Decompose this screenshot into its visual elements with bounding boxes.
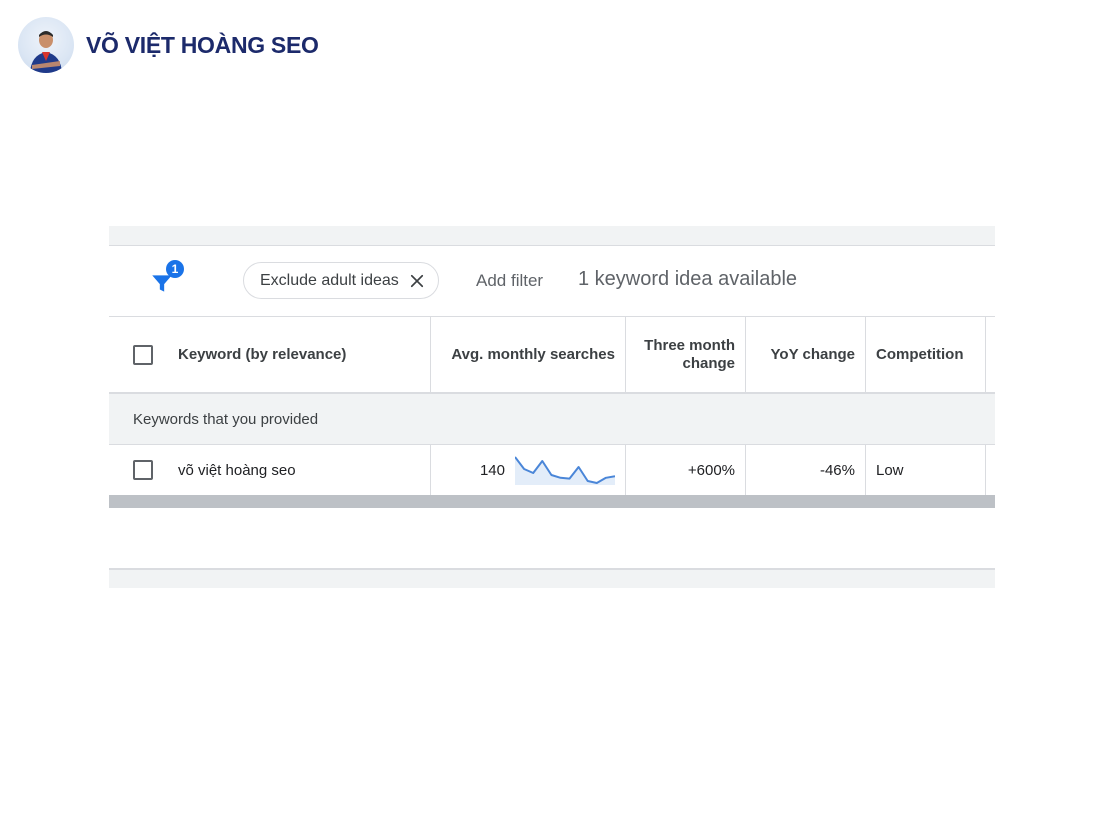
avg-searches-value: 140 xyxy=(479,461,505,479)
filter-button[interactable]: 1 xyxy=(149,260,189,296)
chip-label: Exclude adult ideas xyxy=(260,271,399,289)
person-avatar-icon xyxy=(30,31,62,73)
trend-sparkline xyxy=(515,456,615,485)
column-header-keyword[interactable]: Keyword (by relevance) xyxy=(109,317,431,392)
close-icon[interactable] xyxy=(408,272,426,290)
column-label-competition: Competition xyxy=(876,346,964,363)
yoy-change-cell: -46% xyxy=(746,445,866,495)
column-header-competition[interactable]: Competition xyxy=(866,317,986,392)
column-label-three-month-change: Three month change xyxy=(644,336,735,372)
competition-cell: Low xyxy=(866,445,986,495)
panel-top-strip xyxy=(109,226,995,246)
brand-name: VÕ VIỆT HOÀNG SEO xyxy=(86,31,319,58)
panel-bottom-space xyxy=(109,508,995,570)
group-row: Keywords that you provided xyxy=(109,394,995,445)
column-label-avg-searches: Avg. monthly searches xyxy=(451,346,615,363)
keyword-cell: võ việt hoàng seo xyxy=(109,445,431,495)
keyword-idea-count: 1 keyword idea available xyxy=(578,268,798,290)
three-month-change-value: +600% xyxy=(687,461,735,479)
avatar xyxy=(18,17,74,73)
avg-searches-cell: 140 xyxy=(431,445,626,495)
column-header-avg-searches[interactable]: Avg. monthly searches xyxy=(431,317,626,392)
yoy-change-value: -46% xyxy=(819,461,855,479)
row-checkbox[interactable] xyxy=(133,460,153,480)
three-month-change-cell: +600% xyxy=(626,445,746,495)
panel-bottom-strip xyxy=(109,570,995,588)
table-header: Keyword (by relevance) Avg. monthly sear… xyxy=(109,317,995,394)
brand-header: VÕ VIỆT HOÀNG SEO xyxy=(18,16,319,74)
column-header-overflow xyxy=(986,317,995,392)
competition-value: Low xyxy=(876,461,904,479)
filter-bar: 1 Exclude adult ideas Add filter 1 keywo… xyxy=(109,246,995,317)
keyword-ideas-panel: 1 Exclude adult ideas Add filter 1 keywo… xyxy=(109,226,995,588)
table-row[interactable]: võ việt hoàng seo 140 +600% -46% Low xyxy=(109,445,995,495)
keyword-text: võ việt hoàng seo xyxy=(178,461,296,479)
row-overflow-cell xyxy=(986,445,995,495)
filter-count-badge: 1 xyxy=(166,260,184,278)
column-label-yoy-change: YoY change xyxy=(770,346,855,363)
exclude-adult-ideas-chip[interactable]: Exclude adult ideas xyxy=(243,262,439,299)
column-label-keyword: Keyword (by relevance) xyxy=(178,346,347,363)
column-header-three-month-change[interactable]: Three month change xyxy=(626,317,746,392)
select-all-checkbox[interactable] xyxy=(133,344,153,365)
add-filter-button[interactable]: Add filter xyxy=(476,271,543,291)
horizontal-scrollbar[interactable] xyxy=(109,495,995,508)
column-header-yoy-change[interactable]: YoY change xyxy=(746,317,866,392)
